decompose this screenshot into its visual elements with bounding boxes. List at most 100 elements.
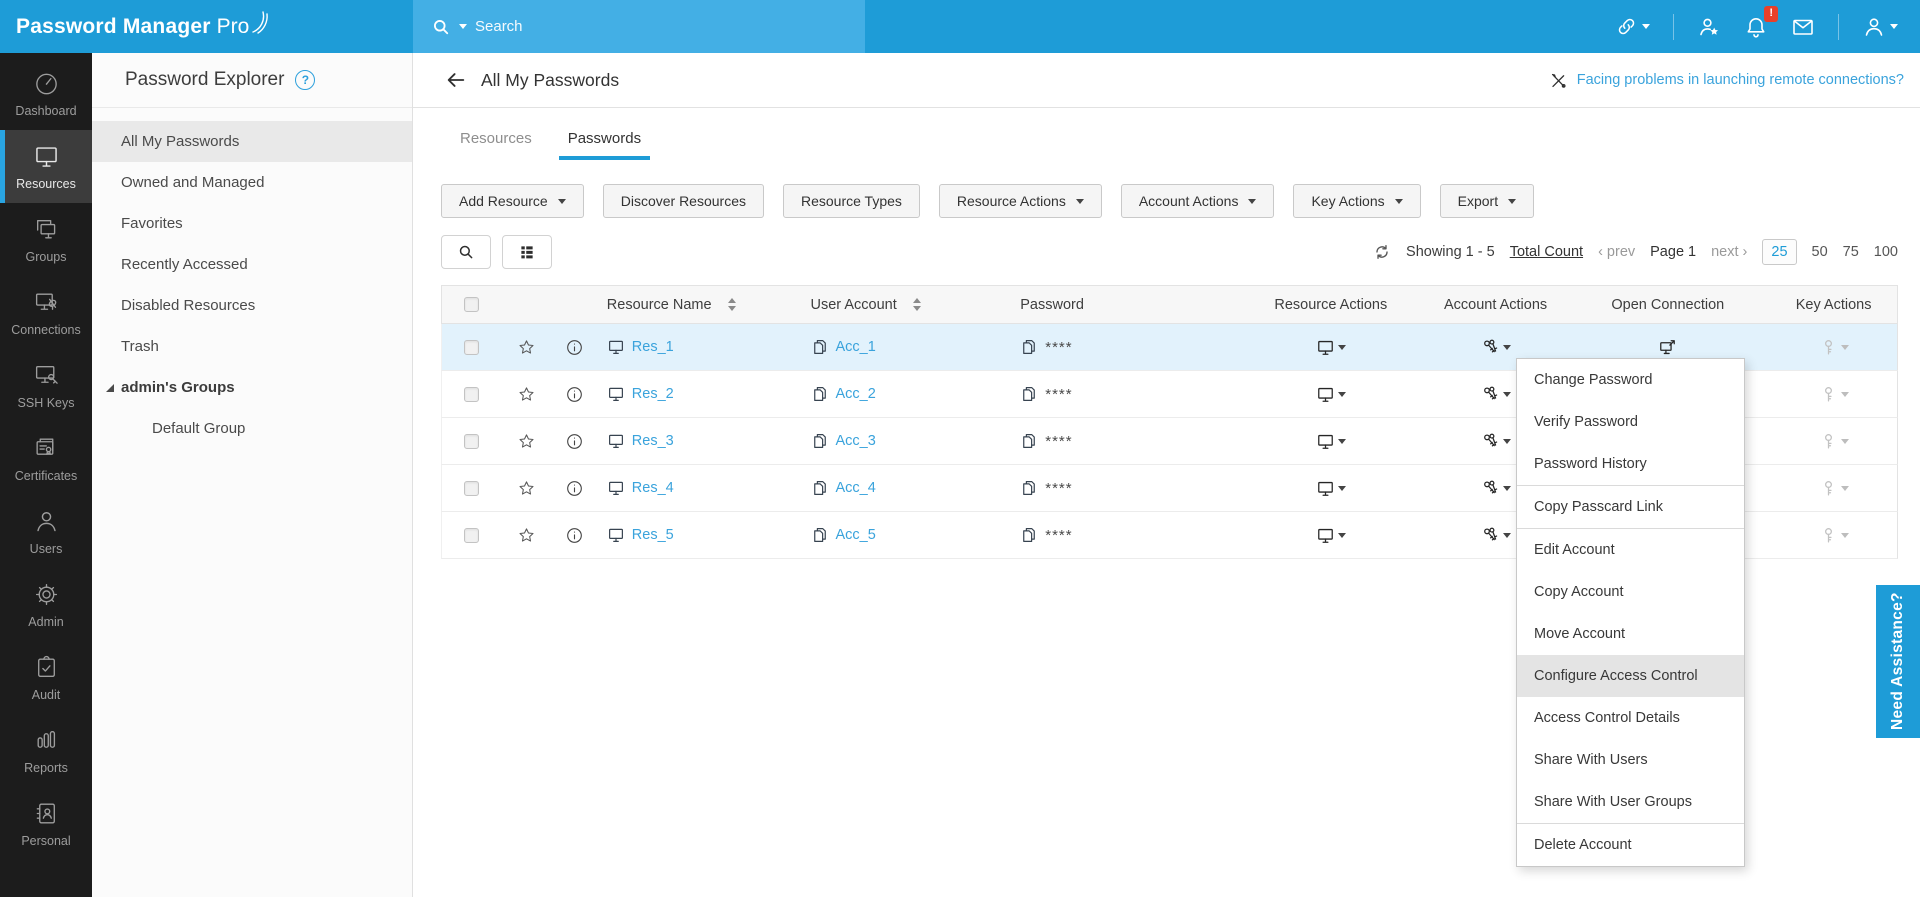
copy-icon[interactable] — [1020, 432, 1038, 450]
account-actions-dropdown[interactable] — [1481, 526, 1511, 545]
copy-icon[interactable] — [811, 432, 829, 450]
resource-actions-dropdown[interactable] — [1316, 479, 1346, 498]
resource-actions-button[interactable]: Resource Actions — [938, 184, 1102, 218]
connection-link-icon[interactable] — [1615, 15, 1650, 38]
key-actions-dropdown[interactable] — [1819, 338, 1849, 357]
prev-page-button[interactable]: ‹ prev — [1598, 244, 1635, 260]
page-size-100[interactable]: 100 — [1874, 244, 1898, 260]
sidebar-item-ssh-keys[interactable]: SSH Keys — [0, 349, 92, 422]
sidebar-item-groups[interactable]: Groups — [0, 203, 92, 276]
page-size-75[interactable]: 75 — [1843, 244, 1859, 260]
menu-item-password-history[interactable]: Password History — [1517, 443, 1744, 485]
page-size-50[interactable]: 50 — [1812, 244, 1828, 260]
favorite-star-icon[interactable] — [517, 385, 536, 404]
account-actions-button[interactable]: Account Actions — [1120, 184, 1275, 218]
sidebar-item-audit[interactable]: Audit — [0, 641, 92, 714]
sidebar-item-resources[interactable]: Resources — [0, 130, 92, 203]
discover-resources-button[interactable]: Discover Resources — [602, 184, 764, 218]
copy-icon[interactable] — [811, 338, 829, 356]
refresh-icon[interactable] — [1373, 243, 1391, 261]
mail-icon[interactable] — [1791, 15, 1815, 39]
favorite-star-icon[interactable] — [517, 526, 536, 545]
key-actions-dropdown[interactable] — [1819, 385, 1849, 404]
list-view-button[interactable] — [502, 235, 552, 269]
info-icon[interactable] — [565, 479, 584, 498]
row-checkbox[interactable] — [464, 433, 480, 449]
sidebar-item-personal[interactable]: Personal — [0, 787, 92, 860]
menu-item-edit-account[interactable]: Edit Account — [1517, 529, 1744, 571]
copy-icon[interactable] — [1020, 479, 1038, 497]
menu-item-copy-passcard-link[interactable]: Copy Passcard Link — [1517, 486, 1744, 528]
explorer-item-default-group[interactable]: Default Group — [92, 408, 412, 449]
remote-connection-help-link[interactable]: Facing problems in launching remote conn… — [1549, 71, 1904, 90]
menu-item-configure-access-control[interactable]: Configure Access Control — [1517, 655, 1744, 697]
open-connection-icon[interactable] — [1658, 338, 1677, 357]
profile-icon[interactable] — [1862, 15, 1898, 39]
account-link[interactable]: Acc_3 — [836, 433, 876, 449]
sidebar-item-reports[interactable]: Reports — [0, 714, 92, 787]
explorer-item-disabled-resources[interactable]: Disabled Resources — [92, 285, 412, 326]
page-size-25[interactable]: 25 — [1762, 239, 1797, 265]
column-header-resource-name[interactable]: Resource Name — [597, 286, 797, 323]
menu-item-delete-account[interactable]: Delete Account — [1517, 824, 1744, 866]
menu-item-move-account[interactable]: Move Account — [1517, 613, 1744, 655]
resource-actions-dropdown[interactable] — [1316, 526, 1346, 545]
key-actions-dropdown[interactable] — [1819, 479, 1849, 498]
menu-item-verify-password[interactable]: Verify Password — [1517, 401, 1744, 443]
resource-actions-dropdown[interactable] — [1316, 385, 1346, 404]
explorer-item-trash[interactable]: Trash — [92, 326, 412, 367]
menu-item-share-with-user-groups[interactable]: Share With User Groups — [1517, 781, 1744, 823]
export-button[interactable]: Export — [1439, 184, 1535, 218]
account-link[interactable]: Acc_5 — [836, 527, 876, 543]
sidebar-item-dashboard[interactable]: Dashboard — [0, 57, 92, 130]
sidebar-item-users[interactable]: Users — [0, 495, 92, 568]
sidebar-item-admin[interactable]: Admin — [0, 568, 92, 641]
resource-link[interactable]: Res_3 — [632, 433, 674, 449]
need-assistance-tab[interactable]: Need Assistance? — [1876, 585, 1920, 738]
account-actions-dropdown[interactable] — [1481, 479, 1511, 498]
resource-link[interactable]: Res_1 — [632, 339, 674, 355]
info-icon[interactable] — [565, 432, 584, 451]
info-icon[interactable] — [565, 385, 584, 404]
explorer-item-all-my-passwords[interactable]: All My Passwords — [92, 121, 412, 162]
search-input[interactable] — [475, 18, 805, 35]
sort-arrows-icon[interactable] — [727, 298, 736, 311]
explorer-item-owned-and-managed[interactable]: Owned and Managed — [92, 162, 412, 203]
sidebar-item-certificates[interactable]: Certificates — [0, 422, 92, 495]
copy-icon[interactable] — [1020, 385, 1038, 403]
key-actions-dropdown[interactable] — [1819, 526, 1849, 545]
row-checkbox[interactable] — [464, 386, 480, 402]
info-icon[interactable] — [565, 526, 584, 545]
resource-actions-dropdown[interactable] — [1316, 338, 1346, 357]
search-scope-caret-icon[interactable] — [459, 24, 467, 29]
menu-item-access-control-details[interactable]: Access Control Details — [1517, 697, 1744, 739]
menu-item-copy-account[interactable]: Copy Account — [1517, 571, 1744, 613]
info-icon[interactable] — [565, 338, 584, 357]
resource-types-button[interactable]: Resource Types — [782, 184, 920, 218]
favorite-star-icon[interactable] — [517, 432, 536, 451]
tab-passwords[interactable]: Passwords — [558, 130, 651, 160]
resource-link[interactable]: Res_4 — [632, 480, 674, 496]
menu-item-change-password[interactable]: Change Password — [1517, 359, 1744, 401]
copy-icon[interactable] — [811, 526, 829, 544]
explorer-group-admins-groups[interactable]: admin's Groups — [92, 367, 412, 408]
help-icon[interactable]: ? — [295, 70, 316, 90]
key-actions-dropdown[interactable] — [1819, 432, 1849, 451]
back-arrow-icon[interactable] — [445, 69, 467, 91]
resource-link[interactable]: Res_5 — [632, 527, 674, 543]
menu-item-share-with-users[interactable]: Share With Users — [1517, 739, 1744, 781]
account-actions-dropdown[interactable] — [1481, 385, 1511, 404]
add-resource-button[interactable]: Add Resource — [441, 184, 584, 218]
account-actions-dropdown[interactable] — [1481, 432, 1511, 451]
explorer-item-favorites[interactable]: Favorites — [92, 203, 412, 244]
column-header-user-account[interactable]: User Account — [797, 286, 1002, 323]
next-page-button[interactable]: next › — [1711, 244, 1747, 260]
sidebar-item-connections[interactable]: Connections — [0, 276, 92, 349]
table-search-button[interactable] — [441, 235, 491, 269]
copy-icon[interactable] — [811, 385, 829, 403]
account-link[interactable]: Acc_2 — [836, 386, 876, 402]
favorite-star-icon[interactable] — [517, 479, 536, 498]
sort-arrows-icon[interactable] — [912, 298, 921, 311]
copy-icon[interactable] — [1020, 526, 1038, 544]
row-checkbox[interactable] — [464, 480, 480, 496]
